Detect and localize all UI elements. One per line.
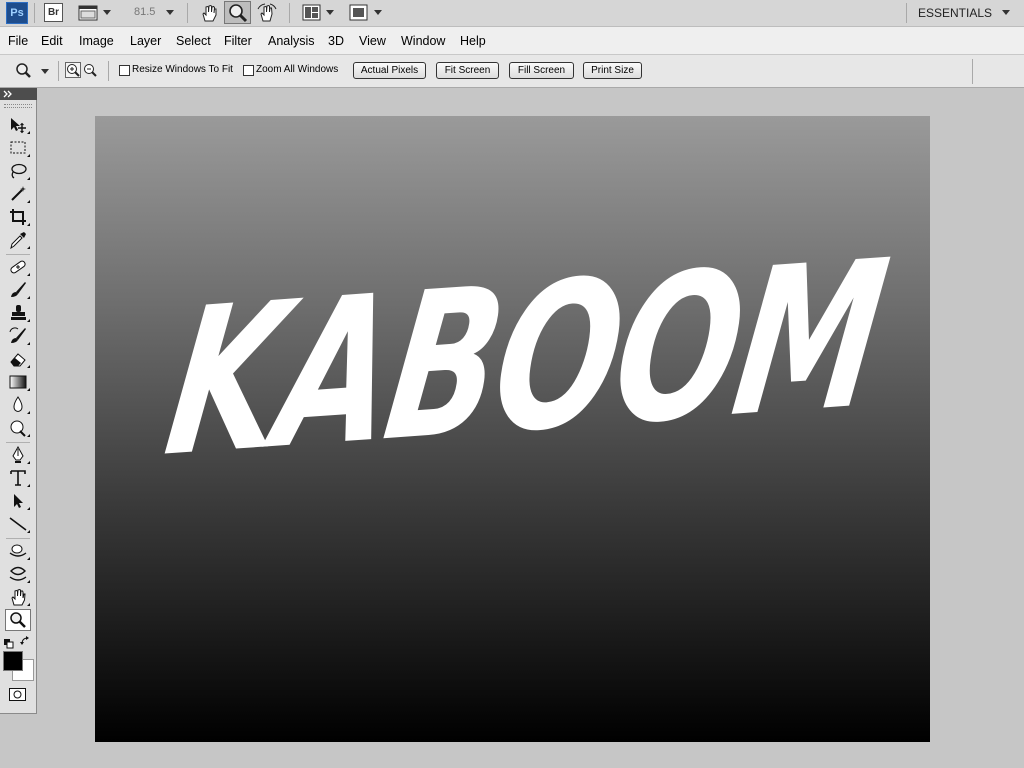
divider: [6, 442, 30, 443]
chevron-down-icon[interactable]: [103, 10, 111, 15]
menu-filter[interactable]: Filter: [224, 34, 252, 48]
zoom-all-windows-checkbox[interactable]: [243, 65, 254, 76]
zoom-icon[interactable]: [5, 609, 31, 631]
bridge-button[interactable]: Br: [44, 3, 63, 22]
arrange-documents-icon[interactable]: [302, 4, 322, 27]
actual-pixels-button[interactable]: Actual Pixels: [353, 62, 426, 79]
workspace-switcher[interactable]: ESSENTIALS: [918, 6, 992, 20]
dodge-icon[interactable]: [8, 419, 30, 437]
divider: [58, 61, 59, 81]
healing-brush-icon[interactable]: [8, 258, 30, 276]
path-selection-icon[interactable]: [8, 492, 30, 510]
pen-icon[interactable]: [8, 445, 30, 464]
zoom-tool-button[interactable]: [224, 1, 251, 24]
brush-icon[interactable]: [8, 281, 30, 299]
rotate-view-icon[interactable]: [256, 3, 278, 28]
panel-grip[interactable]: [4, 104, 32, 108]
screen-mode-menu-icon[interactable]: [349, 4, 369, 27]
menu-analysis[interactable]: Analysis: [268, 34, 315, 48]
marquee-icon[interactable]: [8, 139, 30, 157]
zoom-out-icon[interactable]: [83, 63, 97, 82]
divider: [34, 3, 35, 23]
kaboom-text: KABOOM: [155, 216, 896, 502]
fit-screen-button[interactable]: Fit Screen: [436, 62, 499, 79]
menu-image[interactable]: Image: [79, 34, 114, 48]
zoom-in-icon[interactable]: [65, 62, 81, 78]
menu-3d[interactable]: 3D: [328, 34, 344, 48]
photoshop-logo: Ps: [6, 2, 28, 24]
menu-window[interactable]: Window: [401, 34, 445, 48]
kaboom-text-layer: KABOOM: [155, 216, 896, 502]
crop-icon[interactable]: [8, 208, 30, 226]
divider: [972, 59, 973, 84]
divider: [6, 254, 30, 255]
application-bar: Ps Br 81.5 ESSENTIALS: [0, 0, 1024, 27]
history-brush-icon[interactable]: [8, 327, 30, 345]
hand-tool-icon[interactable]: [8, 588, 30, 606]
divider: [6, 538, 30, 539]
magic-wand-icon[interactable]: [8, 185, 30, 203]
tools-panel: [0, 88, 37, 714]
eyedropper-icon[interactable]: [8, 231, 30, 250]
chevron-down-icon[interactable]: [326, 10, 334, 15]
clone-stamp-icon[interactable]: [8, 304, 30, 322]
gradient-icon[interactable]: [8, 373, 30, 391]
line-icon[interactable]: [8, 515, 30, 533]
eraser-icon[interactable]: [8, 350, 30, 368]
menu-select[interactable]: Select: [176, 34, 211, 48]
menu-bar: File Edit Image Layer Select Filter Anal…: [0, 27, 1024, 55]
print-size-button[interactable]: Print Size: [583, 62, 642, 79]
screen-mode-icon[interactable]: [78, 4, 98, 27]
menu-view[interactable]: View: [359, 34, 386, 48]
menu-edit[interactable]: Edit: [41, 34, 63, 48]
zoom-level[interactable]: 81.5: [134, 6, 155, 18]
quick-mask-icon[interactable]: [9, 688, 26, 706]
menu-file[interactable]: File: [8, 34, 28, 48]
chevron-down-icon[interactable]: [374, 10, 382, 15]
chevron-down-icon[interactable]: [1002, 10, 1010, 15]
menu-help[interactable]: Help: [460, 34, 486, 48]
divider: [108, 61, 109, 81]
move-icon[interactable]: [8, 116, 30, 134]
3d-rotate-icon[interactable]: [8, 542, 30, 560]
foreground-color-swatch[interactable]: [3, 651, 23, 671]
lasso-icon[interactable]: [8, 162, 30, 180]
fill-screen-button[interactable]: Fill Screen: [509, 62, 574, 79]
divider: [906, 3, 907, 23]
zoom-all-windows-label: Zoom All Windows: [256, 64, 339, 75]
resize-windows-checkbox[interactable]: [119, 65, 130, 76]
hand-icon[interactable]: [199, 3, 219, 28]
resize-windows-label: Resize Windows To Fit: [132, 64, 233, 75]
divider: [187, 3, 188, 23]
chevron-down-icon[interactable]: [41, 69, 49, 74]
3d-orbit-icon[interactable]: [8, 565, 30, 583]
blur-icon[interactable]: [8, 396, 30, 414]
panel-header[interactable]: [0, 88, 37, 100]
chevron-down-icon[interactable]: [166, 10, 174, 15]
divider: [289, 3, 290, 23]
menu-layer[interactable]: Layer: [130, 34, 161, 48]
zoom-tool-preset-icon[interactable]: [14, 62, 34, 85]
type-icon[interactable]: [8, 469, 30, 487]
document-canvas[interactable]: KABOOM: [95, 116, 930, 742]
